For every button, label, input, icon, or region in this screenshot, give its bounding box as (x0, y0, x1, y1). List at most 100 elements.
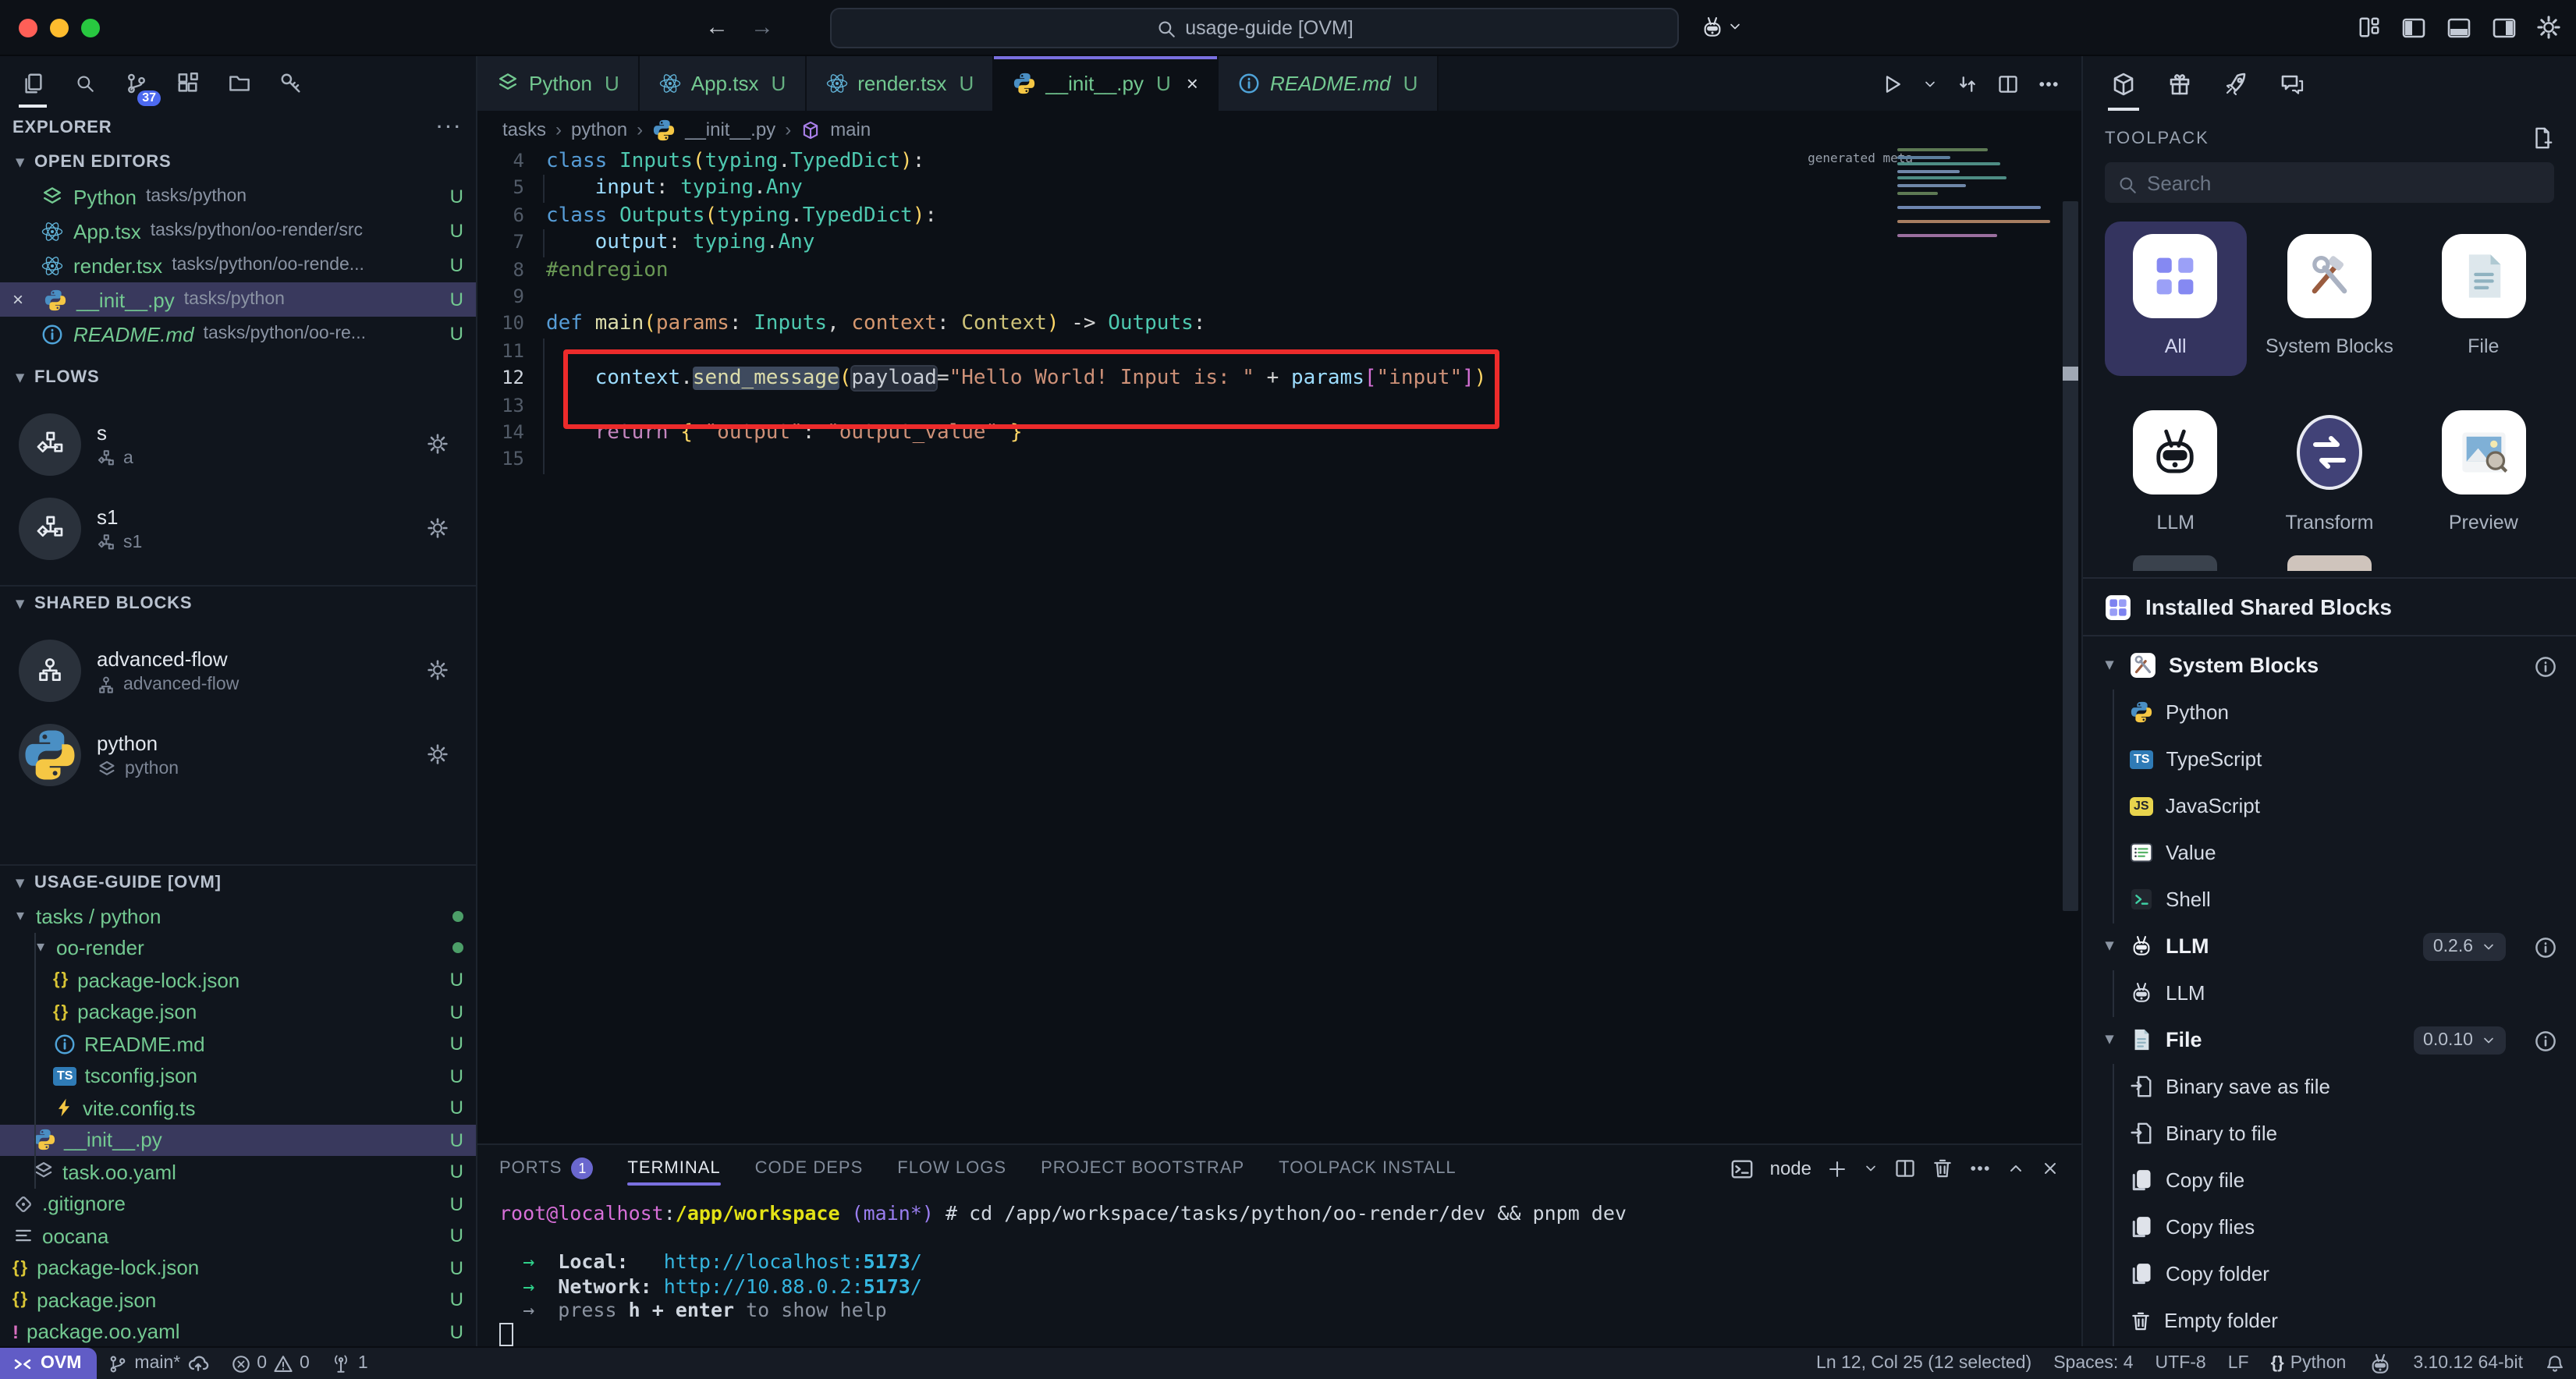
right-tab-gift[interactable] (2167, 56, 2192, 111)
terminal-shell-label[interactable]: node (1770, 1157, 1811, 1179)
tile-file[interactable]: File (2413, 222, 2554, 376)
tile-all[interactable]: All (2105, 222, 2246, 376)
breadcrumb-__init__.py[interactable]: __init__.py (685, 119, 775, 140)
right-tab-package[interactable] (2111, 56, 2136, 111)
tree-item-vite.config.ts[interactable]: vite.config.ts U (0, 1092, 476, 1124)
maximize-window-button[interactable] (81, 18, 100, 37)
open-editor-App.tsx[interactable]: App.tsx tasks/python/oo-render/srcU (0, 214, 476, 248)
tree-item-oocana[interactable]: oocana U (0, 1220, 476, 1252)
flow-item-python[interactable]: python python (19, 724, 463, 786)
breadcrumb-tasks[interactable]: tasks (502, 119, 546, 140)
tree-item-package.oo.yaml[interactable]: ! package.oo.yaml U (0, 1316, 476, 1346)
open-editor-render.tsx[interactable]: render.tsx tasks/python/oo-rende...U (0, 248, 476, 282)
right-tab-comment[interactable] (2280, 56, 2305, 111)
tab-__init__.py[interactable]: __init__.pyU × (994, 56, 1219, 111)
status-item[interactable]: Ln 12, Col 25 (12 selected) (1805, 1348, 2042, 1379)
block-copy-folder[interactable]: Copy folder (2083, 1250, 2576, 1297)
block-shell[interactable]: Shell (2083, 876, 2576, 923)
open-editor-__init__.py[interactable]: × __init__.py tasks/pythonU (0, 282, 476, 317)
block-group-llm[interactable]: ▾LLM 0.2.6 (2083, 923, 2576, 970)
block-binary-save-as-file[interactable]: Binary save as file (2083, 1063, 2576, 1110)
status-item[interactable] (2534, 1348, 2576, 1379)
info-icon[interactable] (2534, 1027, 2557, 1052)
status-item[interactable]: 3.10.12 64-bit (2402, 1348, 2534, 1379)
back-icon[interactable]: ← (705, 14, 729, 41)
tree-item-tsconfig.json[interactable]: TS tsconfig.json U (0, 1060, 476, 1092)
close-icon[interactable] (2041, 1159, 2060, 1178)
panel-tab-code-deps[interactable]: CODE DEPS (755, 1145, 864, 1192)
close-icon[interactable]: × (12, 289, 31, 310)
remote-indicator[interactable]: OVM (0, 1348, 97, 1379)
status-item[interactable]: {}Python (2260, 1348, 2358, 1379)
activity-files-button[interactable] (16, 62, 50, 105)
breadcrumb[interactable]: tasks›python›__init__.py›main (477, 111, 2081, 148)
activity-key-button[interactable] (273, 62, 307, 105)
tile-transform[interactable]: Transform (2258, 398, 2400, 552)
block-value[interactable]: Value (2083, 829, 2576, 876)
tree-item-README.md[interactable]: README.md U (0, 1028, 476, 1060)
gear-icon[interactable] (428, 431, 448, 459)
shared-blocks-header[interactable]: ▾SHARED BLOCKS (0, 585, 476, 621)
tree-item-oo-render[interactable]: ▾ oo-render (0, 932, 476, 964)
gear-icon[interactable] (428, 515, 448, 543)
flow-item-s1[interactable]: s1 s1 (19, 498, 463, 560)
status-item[interactable]: 00 (219, 1348, 321, 1379)
tab-README.md[interactable]: README.mdU (1219, 56, 1438, 111)
block-copy-flies[interactable]: Copy flies (2083, 1204, 2576, 1250)
open-editors-header[interactable]: ▾OPEN EDITORS (0, 145, 476, 179)
version-select[interactable]: 0.0.10 (2414, 1026, 2506, 1054)
activity-extensions-button[interactable] (170, 62, 204, 105)
block-javascript[interactable]: JSJavaScript (2083, 782, 2576, 829)
tile-preview[interactable]: Preview (2413, 398, 2554, 552)
panel-bottom-icon[interactable] (2446, 15, 2471, 40)
open-editor-README.md[interactable]: README.md tasks/python/oo-re...U (0, 317, 476, 351)
close-icon[interactable]: × (1187, 72, 1198, 95)
tile-system-blocks[interactable]: System Blocks (2258, 222, 2400, 376)
diff-icon[interactable] (1957, 73, 1978, 94)
block-file-to-binary[interactable]: File to binary (2083, 1344, 2576, 1346)
block-binary-to-file[interactable]: Binary to file (2083, 1110, 2576, 1157)
code-editor[interactable]: 4 class Inputs(typing.TypedDict): 5 inpu… (477, 148, 2081, 1143)
new-file-icon[interactable] (2531, 126, 2554, 150)
activity-source-control-button[interactable]: 37 (119, 62, 153, 105)
panel-tab-flow-logs[interactable]: FLOW LOGS (897, 1145, 1006, 1192)
tab-App.tsx[interactable]: App.tsxU (640, 56, 807, 111)
open-editor-Python[interactable]: Python tasks/pythonU (0, 179, 476, 214)
panel-left-icon[interactable] (2401, 15, 2426, 40)
panel-tab-terminal[interactable]: TERMINAL (627, 1145, 720, 1192)
plus-icon[interactable] (1827, 1158, 1847, 1179)
info-icon[interactable] (2534, 934, 2557, 959)
panel-tab-toolpack-install[interactable]: TOOLPACK INSTALL (1279, 1145, 1457, 1192)
terminal[interactable]: root@localhost:/app/workspace (main*) # … (477, 1192, 2081, 1348)
status-item[interactable] (2357, 1348, 2402, 1379)
forward-icon[interactable]: → (750, 14, 774, 41)
right-tab-rocket[interactable] (2223, 56, 2248, 111)
close-window-button[interactable] (19, 18, 37, 37)
minimize-window-button[interactable] (50, 18, 69, 37)
split-icon[interactable] (1894, 1157, 1916, 1179)
toolpack-search-input[interactable]: Search (2105, 162, 2554, 203)
tree-item-task.oo.yaml[interactable]: task.oo.yaml U (0, 1156, 476, 1188)
editor-scrollbar[interactable] (2063, 201, 2078, 911)
tree-item-package.json[interactable]: {} package.json U (0, 1284, 476, 1316)
command-center-search[interactable]: usage-guide [OVM] (830, 7, 1679, 48)
layout-grid-icon[interactable] (2358, 16, 2381, 39)
chevron-up-icon[interactable] (2007, 1159, 2025, 1178)
status-item[interactable]: UTF-8 (2145, 1348, 2217, 1379)
block-python[interactable]: Python (2083, 689, 2576, 736)
tile-llm[interactable]: LLM (2105, 398, 2246, 552)
panel-tab-ports[interactable]: PORTS1 (499, 1145, 593, 1192)
tree-item-package-lock.json[interactable]: {} package-lock.json U (0, 964, 476, 996)
flows-header[interactable]: ▾FLOWS (0, 360, 476, 395)
tree-item-taskspython[interactable]: ▾ tasks / python (0, 900, 476, 932)
minimap[interactable] (1897, 148, 2053, 1143)
info-icon[interactable] (2534, 653, 2557, 678)
tree-item-__init__.py[interactable]: __init__.py U (0, 1124, 476, 1156)
breadcrumb-main[interactable]: main (830, 119, 871, 140)
flow-item-s[interactable]: s a (19, 413, 463, 476)
flow-item-advanced-flow[interactable]: advanced-flow advanced-flow (19, 640, 463, 702)
activity-search-button[interactable] (67, 62, 101, 105)
version-select[interactable]: 0.2.6 (2424, 932, 2506, 960)
play-icon[interactable] (1882, 73, 1904, 94)
block-llm[interactable]: LLM (2083, 970, 2576, 1016)
